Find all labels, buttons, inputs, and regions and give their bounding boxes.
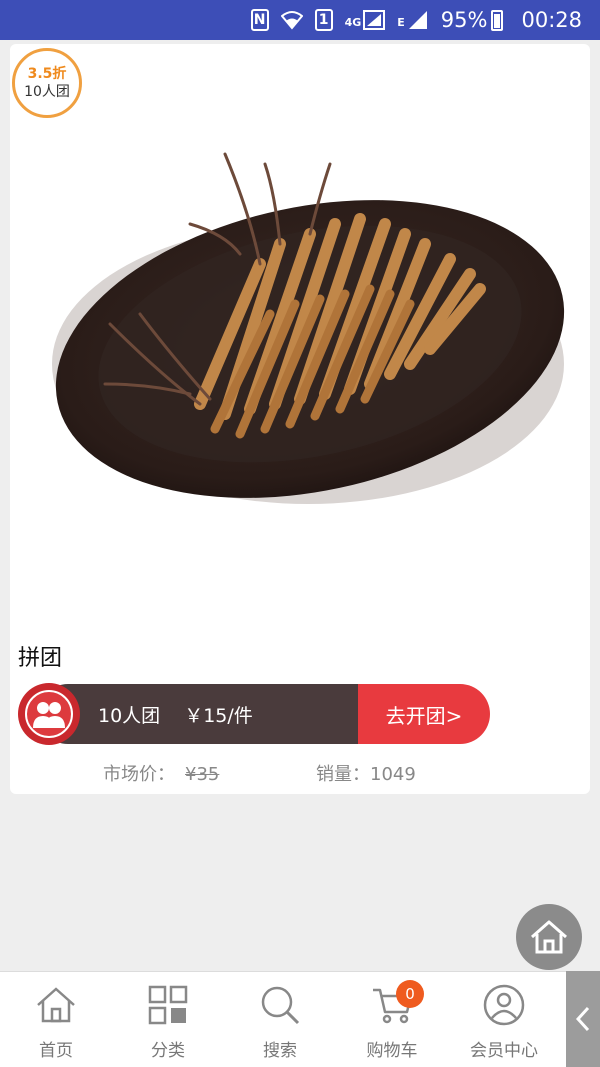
tab-member[interactable]: 会员中心	[448, 972, 560, 1067]
discount-label: 3.5折	[27, 66, 67, 82]
market-price-value: ¥35	[185, 764, 220, 785]
category-grid-icon	[145, 982, 191, 1028]
clock: 00:28	[521, 8, 582, 32]
market-price-label: 市场价：	[103, 764, 175, 785]
product-image[interactable]	[10, 44, 590, 604]
bottom-tab-bar: 首页 分类 搜索 0 购物车 会员中心	[0, 971, 600, 1067]
signal-e-icon: E	[397, 10, 429, 30]
tab-search-label: 搜索	[263, 1041, 297, 1061]
sim1-icon: 1	[314, 9, 333, 31]
home-icon	[531, 920, 567, 954]
cart-count-badge: 0	[396, 980, 424, 1008]
tab-cart[interactable]: 0 购物车	[336, 972, 448, 1067]
sales-count: 销量：1049	[316, 764, 416, 785]
tab-member-label: 会员中心	[470, 1041, 538, 1061]
group-size: 10人团	[98, 704, 161, 727]
nfc-icon: N	[250, 9, 269, 31]
group-buy-bar: 去开团> 10人团 ￥15/件	[18, 683, 490, 745]
network-e-label: E	[397, 16, 405, 29]
floating-home-button[interactable]	[516, 904, 582, 970]
tab-home[interactable]: 首页	[0, 972, 112, 1067]
side-collapse-button[interactable]	[566, 971, 600, 1067]
status-bar: N 1 4G E 95% 00:28	[0, 0, 600, 40]
product-meta: 市场价： ¥35 销量：1049	[10, 760, 590, 786]
battery-percent: 95%	[440, 8, 488, 32]
search-icon	[257, 982, 303, 1028]
user-icon	[481, 982, 527, 1028]
network-4g-label: 4G	[344, 16, 362, 29]
tab-category[interactable]: 分类	[112, 972, 224, 1067]
group-info: 10人团 ￥15/件	[98, 684, 253, 744]
discount-badge: 3.5折 10人团	[12, 48, 82, 118]
tab-home-label: 首页	[39, 1041, 73, 1061]
home-icon	[33, 982, 79, 1028]
product-card[interactable]: 3.5折 10人团 拼团 去开团> 10人团 ￥15/件 市场价： ¥35 销量：…	[10, 44, 590, 794]
signal-4g-icon: 4G	[345, 10, 386, 30]
group-price: ￥15/件	[184, 704, 253, 727]
group-people-icon	[18, 683, 80, 745]
wifi-icon	[280, 10, 303, 30]
group-badge-label: 10人团	[24, 84, 70, 100]
tab-search[interactable]: 搜索	[224, 972, 336, 1067]
battery-icon	[491, 9, 504, 31]
tab-cart-label: 购物车	[366, 1041, 418, 1061]
tab-category-label: 分类	[151, 1041, 185, 1061]
open-group-button[interactable]: 去开团>	[358, 684, 490, 744]
section-title: 拼团	[18, 646, 63, 671]
market-price: 市场价： ¥35	[103, 760, 219, 786]
chevron-left-icon	[575, 1006, 590, 1032]
